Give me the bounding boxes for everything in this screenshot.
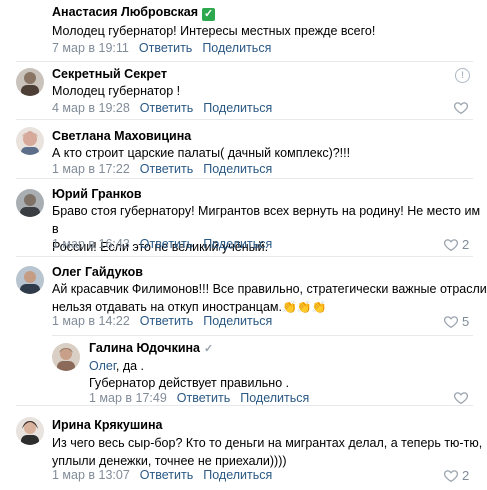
avatar[interactable] bbox=[16, 266, 44, 294]
author-name[interactable]: Анастасия Любровская bbox=[52, 5, 198, 19]
comment-date[interactable]: 1 мар в 16:43 bbox=[52, 237, 130, 251]
comment-text: А кто строит царские палаты( дачный комп… bbox=[52, 146, 351, 160]
like-count: 2 bbox=[462, 468, 470, 483]
reply-item: Галина Юдочкина ✓ Олег, да . Губернатор д… bbox=[0, 335, 487, 405]
comment-date[interactable]: 1 мар в 13:07 bbox=[52, 468, 130, 482]
comment-text: Молодец губернатор ! bbox=[52, 84, 181, 98]
heart-icon bbox=[444, 316, 458, 328]
comment-meta: 1 мар в 16:43 Ответить Поделиться bbox=[52, 237, 272, 252]
heart-icon bbox=[444, 470, 458, 482]
share-button[interactable]: Поделиться bbox=[202, 41, 271, 55]
comment-text-body: Ай красавчик Филимонов!!! Все правильно,… bbox=[52, 282, 487, 314]
comment-meta: 1 мар в 17:22 Ответить Поделиться bbox=[52, 162, 272, 177]
comment-date[interactable]: 1 мар в 14:22 bbox=[52, 314, 130, 328]
reply-button[interactable]: Ответить bbox=[140, 162, 193, 176]
author-name[interactable]: Галина Юдочкина bbox=[89, 341, 200, 355]
share-button[interactable]: Поделиться bbox=[203, 162, 272, 176]
share-button[interactable]: Поделиться bbox=[203, 468, 272, 482]
comments-feed: Анастасия Любровская ✓ Молодец губернатор… bbox=[0, 0, 487, 490]
comment-meta: 1 мар в 13:07 Ответить Поделиться bbox=[52, 468, 272, 483]
like-count: 2 bbox=[462, 237, 470, 252]
comment-date[interactable]: 1 мар в 17:49 bbox=[89, 391, 167, 405]
mention-suffix: , да . bbox=[115, 359, 145, 373]
share-button[interactable]: Поделиться bbox=[240, 391, 309, 405]
comment-item: Ирина Крякушина Из чего весь сыр-бор? Кт… bbox=[0, 410, 487, 490]
like-button[interactable]: 2 bbox=[444, 237, 469, 252]
reply-button[interactable]: Ответить bbox=[140, 468, 193, 482]
like-button[interactable]: 5 bbox=[444, 314, 469, 329]
share-button[interactable]: Поделиться bbox=[203, 237, 272, 251]
mention-link[interactable]: Олег bbox=[89, 359, 116, 373]
like-button[interactable] bbox=[454, 101, 468, 114]
reply-button[interactable]: Ответить bbox=[139, 41, 192, 55]
avatar[interactable] bbox=[52, 343, 80, 371]
comment-text: Молодец губернатор! Интересы местных пре… bbox=[52, 24, 376, 38]
comment-text: Олег, да . bbox=[89, 357, 144, 375]
clap-emoji-icon: 👏👏👏 bbox=[281, 300, 327, 314]
heart-icon bbox=[454, 392, 468, 404]
report-icon[interactable]: ! bbox=[455, 68, 470, 83]
share-button[interactable]: Поделиться bbox=[203, 101, 272, 115]
divider bbox=[16, 405, 473, 406]
like-button[interactable]: 2 bbox=[444, 468, 469, 483]
avatar[interactable] bbox=[16, 189, 44, 217]
comment-author[interactable]: Олег Гайдуков bbox=[52, 265, 143, 280]
comment-item: Анастасия Любровская ✓ Молодец губернатор… bbox=[0, 0, 487, 62]
reply-button[interactable]: Ответить bbox=[177, 391, 230, 405]
share-button[interactable]: Поделиться bbox=[203, 314, 272, 328]
comment-item: Светлана Маховицина А кто строит царские… bbox=[0, 120, 487, 179]
comment-text: Ай красавчик Филимонов!!! Все правильно,… bbox=[52, 280, 487, 316]
comment-author[interactable]: Галина Юдочкина ✓ bbox=[89, 341, 213, 357]
comment-author[interactable]: Юрий Гранков bbox=[52, 187, 142, 202]
avatar[interactable] bbox=[16, 68, 44, 96]
check-icon: ✓ bbox=[204, 343, 214, 355]
comment-item: Секретный Секрет ! Молодец губернатор ! … bbox=[0, 62, 487, 120]
comment-item: Юрий Гранков Браво стоя губернатору! Миг… bbox=[0, 179, 487, 259]
comment-author[interactable]: Светлана Маховицина bbox=[52, 129, 191, 144]
comment-author[interactable]: Секретный Секрет bbox=[52, 67, 167, 82]
comment-text: Из чего весь сыр-бор? Кто то деньги на м… bbox=[52, 436, 483, 468]
comment-text: Губернатор действует правильно . bbox=[89, 376, 290, 390]
comment-date[interactable]: 1 мар в 17:22 bbox=[52, 162, 130, 176]
comment-item: Олег Гайдуков Ай красавчик Филимонов!!! … bbox=[0, 258, 487, 340]
comment-meta: 1 мар в 17:49 Ответить Поделиться bbox=[89, 391, 309, 406]
avatar[interactable] bbox=[16, 127, 44, 155]
comment-date[interactable]: 4 мар в 19:28 bbox=[52, 101, 130, 115]
like-count: 5 bbox=[462, 314, 470, 329]
comment-meta: 1 мар в 14:22 Ответить Поделиться bbox=[52, 314, 272, 329]
divider bbox=[16, 256, 473, 257]
comment-author[interactable]: Анастасия Любровская ✓ bbox=[52, 5, 216, 21]
verified-badge-icon: ✓ bbox=[202, 8, 216, 21]
heart-icon bbox=[444, 239, 458, 251]
comment-meta: 7 мар в 19:11 Ответить Поделиться bbox=[52, 41, 271, 56]
comment-author[interactable]: Ирина Крякушина bbox=[52, 418, 163, 433]
comment-date[interactable]: 7 мар в 19:11 bbox=[52, 41, 129, 55]
comment-meta: 4 мар в 19:28 Ответить Поделиться bbox=[52, 101, 272, 116]
avatar[interactable] bbox=[16, 417, 44, 445]
reply-button[interactable]: Ответить bbox=[140, 237, 193, 251]
like-button[interactable] bbox=[454, 391, 468, 404]
reply-button[interactable]: Ответить bbox=[140, 314, 193, 328]
reply-button[interactable]: Ответить bbox=[140, 101, 193, 115]
heart-icon bbox=[454, 102, 468, 114]
